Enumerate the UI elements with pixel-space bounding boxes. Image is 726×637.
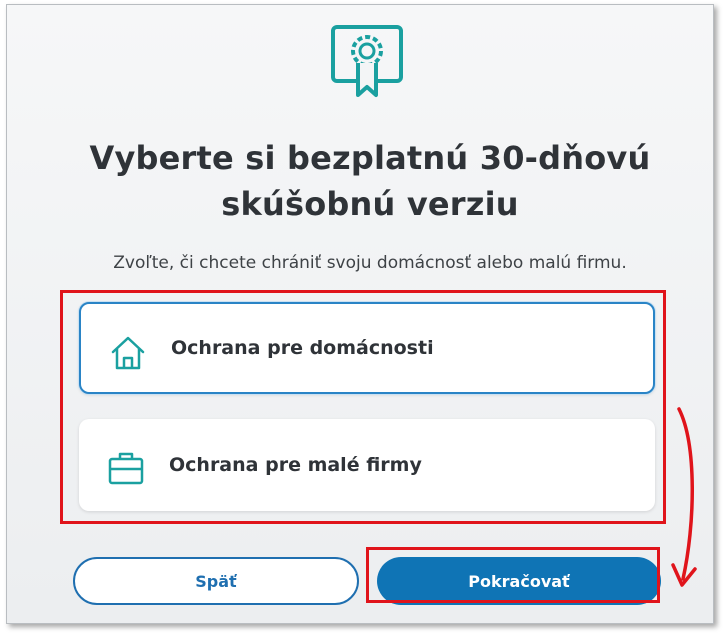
page-title: Vyberte si bezplatnú 30-dňovú skúšobnú v… [89,139,651,223]
annotation-arrow-icon [671,407,697,587]
back-button[interactable]: Späť [73,557,359,605]
trial-dialog: Vyberte si bezplatnú 30-dňovú skúšobnú v… [6,4,714,624]
page-subtitle: Zvoľte, či chcete chrániť svoju domácnos… [113,253,627,273]
annotation-highlight-continue [366,547,660,603]
annotation-highlight-options [60,290,666,524]
certificate-ribbon-icon [331,25,403,97]
